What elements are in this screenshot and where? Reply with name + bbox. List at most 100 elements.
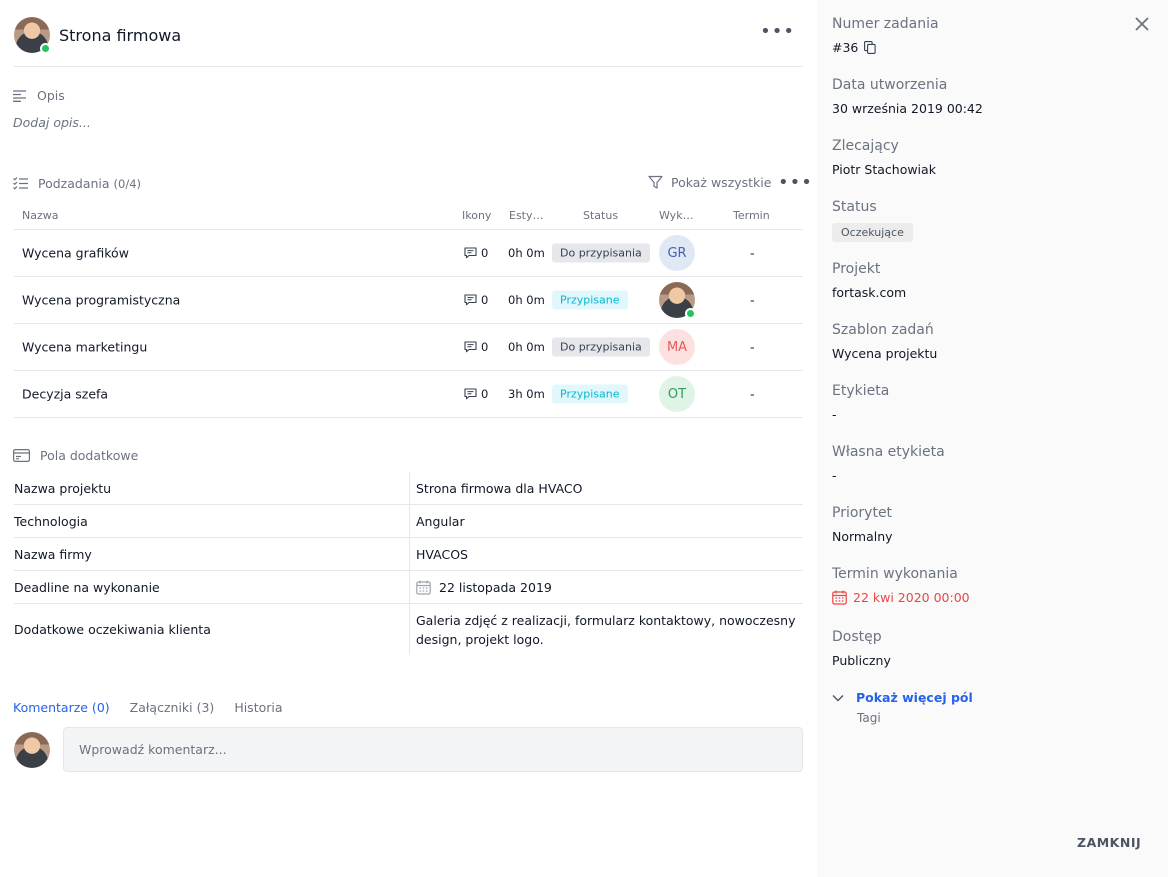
field-label: Dostęp [832,629,882,645]
task-title[interactable]: Strona firmowa [59,26,181,45]
comment-icon [464,294,477,306]
extra-field-value-cell[interactable]: Strona firmowa dla HVACO [410,472,803,504]
subtask-estimate: 3h 0m [508,387,545,401]
extra-field-value-cell[interactable]: 22 listopada 2019 [410,571,803,603]
subtask-estimate: 0h 0m [508,246,545,260]
field-label: Priorytet [832,505,893,521]
subtask-estimate: 0h 0m [508,293,545,307]
copy-icon[interactable] [864,41,877,54]
extra-field-row: Technologia Angular [14,505,803,538]
column-header[interactable]: Wyk… [659,209,694,222]
subtask-row[interactable]: Wycena grafików 0 0h 0m Do przypisania GR - [14,230,803,277]
column-header[interactable]: Termin [733,209,770,222]
subtask-status-badge[interactable]: Przypisane [552,290,628,310]
calendar-icon [416,580,431,595]
custom-label-value[interactable]: - [832,468,945,483]
access-value[interactable]: Publiczny [832,653,891,668]
subtask-deadline[interactable]: - [750,340,755,355]
subtasks-table: Nazwa Ikony Esty… Status Wyk… Termin Wyc… [14,205,803,418]
field-requester: Zlecający Piotr Stachowiak [832,138,936,177]
extra-field-key: Dodatkowe oczekiwania klienta [14,604,410,655]
comment-count: 0 [481,293,489,307]
task-main-panel: Strona firmowa ••• Opis Dodaj opis... Po… [0,0,817,877]
show-more-fields-button[interactable]: Pokaż więcej pól [832,690,973,705]
subtasks-more-icon[interactable]: ••• [778,174,813,192]
subtask-status-badge[interactable]: Do przypisania [552,243,650,263]
activity-tabs: Komentarze (0) Załączniki (3) Historia [13,700,283,715]
column-header[interactable]: Ikony [462,209,491,222]
subtask-row[interactable]: Wycena programistyczna 0 0h 0m Przypisane - [14,277,803,324]
comment-count: 0 [481,340,489,354]
chevron-down-icon [832,694,844,701]
description-heading: Opis [37,88,65,103]
subtasks-table-header: Nazwa Ikony Esty… Status Wyk… Termin [14,205,803,230]
status-badge[interactable]: Oczekujące [832,223,913,242]
subtask-deadline[interactable]: - [750,293,755,308]
field-label: Numer zadania [832,16,939,32]
align-left-icon [13,89,26,102]
label-value[interactable]: - [832,407,889,422]
close-button[interactable]: ZAMKNIJ [1077,835,1141,850]
subtask-status-badge[interactable]: Do przypisania [552,337,650,357]
extra-field-row: Nazwa firmy HVACOS [14,538,803,571]
subtask-row[interactable]: Wycena marketingu 0 0h 0m Do przypisania MA - [14,324,803,371]
assignee-avatar[interactable]: GR [659,235,695,271]
assignee-avatar[interactable]: OT [659,376,695,412]
field-created-date: Data utworzenia 30 września 2019 00:42 [832,77,983,116]
created-date-value: 30 września 2019 00:42 [832,101,983,116]
deadline-value[interactable]: 22 kwi 2020 00:00 [853,590,970,605]
column-header[interactable]: Status [583,209,618,222]
filter-label: Pokaż wszystkie [671,175,772,190]
subtask-deadline[interactable]: - [750,387,755,402]
subtask-comments: 0 [464,293,488,307]
subtask-status-badge[interactable]: Przypisane [552,384,628,404]
priority-value[interactable]: Normalny [832,529,893,544]
extra-field-value-cell[interactable]: Galeria zdjęć z realizacji, formularz ko… [410,604,803,655]
field-priority: Priorytet Normalny [832,505,893,544]
assignee-avatar[interactable]: MA [659,329,695,365]
tab-comments[interactable]: Komentarze (0) [13,700,110,715]
template-value[interactable]: Wycena projektu [832,346,937,361]
extra-field-key: Technologia [14,505,410,537]
extra-fields-heading: Pola dodatkowe [40,448,139,463]
subtasks-rows: Wycena grafików 0 0h 0m Do przypisania GR - Wy… [14,230,803,418]
requester-value[interactable]: Piotr Stachowiak [832,162,936,177]
field-label-tag: Etykieta - [832,383,889,422]
tab-history[interactable]: Historia [234,700,282,715]
extra-field-row: Deadline na wykonanie 22 listopada 2019 [14,571,803,604]
comment-icon [464,247,477,259]
subtask-row[interactable]: Decyzja szefa 0 3h 0m Przypisane OT - [14,371,803,418]
close-icon[interactable] [1134,16,1150,32]
field-label: Status [832,199,877,215]
show-more-fields-label: Pokaż więcej pól [856,690,973,705]
assignee-avatar[interactable] [659,282,696,319]
subtask-deadline[interactable]: - [750,246,755,261]
comment-icon [464,388,477,400]
tags-label: Tagi [857,711,881,725]
subtask-name[interactable]: Decyzja szefa [22,387,108,402]
extra-field-value-cell[interactable]: HVACOS [410,538,803,570]
column-header[interactable]: Esty… [509,209,544,222]
extra-field-value: 22 listopada 2019 [439,579,552,595]
tab-attachments[interactable]: Załączniki (3) [130,700,215,715]
field-access: Dostęp Publiczny [832,629,891,668]
subtask-comments: 0 [464,340,488,354]
comment-input[interactable] [63,727,803,772]
extra-field-value: Strona firmowa dla HVACO [416,480,583,496]
comment-count: 0 [481,387,489,401]
field-task-number: Numer zadania #36 [832,16,939,55]
project-value[interactable]: fortask.com [832,285,906,300]
subtask-name[interactable]: Wycena programistyczna [22,293,180,308]
field-status: Status Oczekujące [832,199,913,242]
subtask-name[interactable]: Wycena grafików [22,246,129,261]
field-project: Projekt fortask.com [832,261,906,300]
column-header[interactable]: Nazwa [22,209,58,222]
online-status-dot [40,43,51,54]
subtasks-count: (0/4) [113,177,142,191]
subtask-name[interactable]: Wycena marketingu [22,340,147,355]
description-placeholder[interactable]: Dodaj opis... [13,115,91,130]
filter-button[interactable]: Pokaż wszystkie [648,175,771,190]
more-options-icon[interactable]: ••• [760,23,795,41]
extra-field-value-cell[interactable]: Angular [410,505,803,537]
owner-avatar[interactable] [14,17,51,54]
